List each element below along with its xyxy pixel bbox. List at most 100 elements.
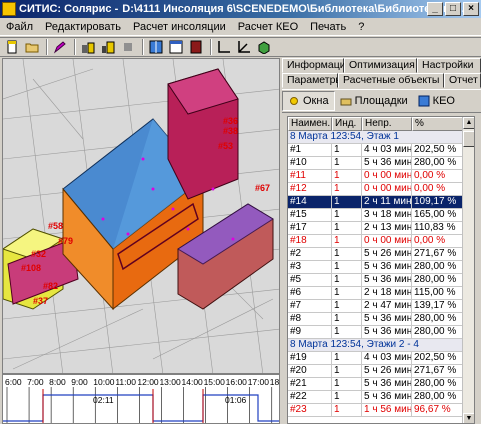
axis-2d-icon[interactable] [215, 39, 233, 55]
3d-scene-view[interactable]: #36 #53 #38 #58 #67 #79 #108 #82 #32 #37 [2, 58, 280, 374]
table-row[interactable]: #11 1 0 ч 00 мин 0,00 % [288, 170, 474, 183]
book-icon[interactable] [187, 39, 205, 55]
cell-name: #6 [288, 287, 332, 299]
timeline-hour-label: 15:00 [204, 377, 226, 387]
menu-print[interactable]: Печать [304, 21, 352, 33]
table-row[interactable]: #10 1 5 ч 36 мин 280,00 % [288, 157, 474, 170]
table-row[interactable]: #18 1 0 ч 00 мин 0,00 % [288, 235, 474, 248]
menu-help[interactable]: ? [352, 21, 370, 33]
cell-index: 1 [332, 144, 362, 156]
table-row[interactable]: #7 1 2 ч 47 мин 139,17 % [288, 300, 474, 313]
cell-index: 1 [332, 196, 362, 208]
timeline-hour-label: 13:00 [159, 377, 181, 387]
cell-index: 1 [332, 404, 362, 416]
table-row[interactable]: #2 1 5 ч 26 мин 271,67 % [288, 248, 474, 261]
col-header-duration[interactable]: Непр. [362, 117, 412, 131]
cell-percent: 0,00 % [412, 183, 464, 195]
grid-scrollbar[interactable]: ▲ ▼ [462, 117, 474, 423]
cube-icon[interactable] [255, 39, 273, 55]
view-grid-icon[interactable] [147, 39, 165, 55]
cell-index: 1 [332, 287, 362, 299]
open-folder-icon[interactable] [23, 39, 41, 55]
cell-name: #9 [288, 326, 332, 338]
cell-percent: 96,67 % [412, 404, 464, 416]
timeline-hour-label: 17:00 [248, 377, 270, 387]
table-row[interactable]: #3 1 5 ч 36 мин 280,00 % [288, 261, 474, 274]
grid-group-header[interactable]: 8 Марта 123:54, Этажи 2 - 4 [288, 339, 474, 352]
table-row[interactable]: #1 1 4 ч 03 мин 202,50 % [288, 144, 474, 157]
table-row[interactable]: #15 1 3 ч 18 мин 165,00 % [288, 209, 474, 222]
tab-report[interactable]: Отчет [444, 73, 481, 88]
cell-name: #22 [288, 391, 332, 403]
cell-duration: 0 ч 00 мин [364, 235, 412, 247]
cell-duration: 2 ч 18 мин [364, 287, 412, 299]
pen-icon[interactable] [51, 39, 69, 55]
cell-percent: 271,67 % [412, 248, 464, 260]
subtab-areas[interactable]: Площадки [335, 91, 413, 111]
close-button[interactable]: × [463, 2, 479, 16]
table-row[interactable]: #9 1 5 ч 36 мин 280,00 % [288, 326, 474, 339]
app-title: СИТИС: Солярис - [19, 3, 119, 15]
tab-settings[interactable]: Настройки [417, 58, 481, 73]
table-row[interactable]: #21 1 5 ч 36 мин 280,00 % [288, 378, 474, 391]
minimize-button[interactable]: _ [427, 2, 443, 16]
cell-duration: 4 ч 03 мин [364, 144, 412, 156]
subtab-keo[interactable]: КЕО [413, 91, 460, 111]
cell-name: #7 [288, 300, 332, 312]
toolbar-separator [210, 39, 212, 55]
cell-index: 1 [332, 391, 362, 403]
scroll-up-button[interactable]: ▲ [463, 117, 474, 129]
col-header-percent[interactable]: % [412, 117, 464, 131]
table-row[interactable]: #23 1 1 ч 56 мин 96,67 % [288, 404, 474, 417]
cell-index: 1 [332, 274, 362, 286]
menu-insolation-calc[interactable]: Расчет инсоляции [127, 21, 232, 33]
axis-3d-icon[interactable] [235, 39, 253, 55]
menu-file[interactable]: Файл [0, 21, 39, 33]
tab-optimization[interactable]: Оптимизация [344, 58, 417, 73]
grid-group-header[interactable]: 8 Марта 123:54, Этаж 1 [288, 131, 474, 144]
scroll-thumb[interactable] [463, 131, 474, 147]
area-icon [340, 98, 352, 106]
cell-duration: 5 ч 36 мин [364, 261, 412, 273]
col-header-name[interactable]: Наимен. [288, 117, 332, 131]
cell-duration: 2 ч 13 мин [364, 222, 412, 234]
cell-percent: 280,00 % [412, 378, 464, 390]
view-table-icon[interactable] [167, 39, 185, 55]
subtab-windows-label: Окна [303, 95, 329, 107]
tab-row-1: Информация Оптимизация Настройки [282, 58, 481, 73]
report-grid: Наимен. Инд. Непр. % 8 Марта 123:54, Эта… [287, 116, 475, 424]
keo-icon [418, 95, 430, 107]
cell-duration: 5 ч 26 мин [364, 365, 412, 377]
subtab-windows[interactable]: Окна [282, 91, 335, 111]
cell-percent: 280,00 % [412, 157, 464, 169]
table-row[interactable]: #20 1 5 ч 26 мин 271,67 % [288, 365, 474, 378]
menu-edit[interactable]: Редактировать [39, 21, 127, 33]
menu-keo-calc[interactable]: Расчет КЕО [232, 21, 304, 33]
calc-group-icon[interactable] [79, 39, 97, 55]
cell-name: #21 [288, 378, 332, 390]
calc-all-icon[interactable] [99, 39, 117, 55]
table-row[interactable]: #22 1 5 ч 36 мин 280,00 % [288, 391, 474, 404]
table-row[interactable]: #5 1 5 ч 36 мин 280,00 % [288, 274, 474, 287]
col-header-index[interactable]: Инд. [332, 117, 362, 131]
timeline-hour-label: 6:00 [5, 377, 22, 387]
tab-information[interactable]: Информация [282, 58, 351, 73]
table-row[interactable]: #12 1 0 ч 00 мин 0,00 % [288, 183, 474, 196]
table-row[interactable]: #17 1 2 ч 13 мин 110,83 % [288, 222, 474, 235]
cell-duration: 2 ч 11 мин [362, 196, 412, 208]
tab-parameters[interactable]: Параметры [282, 73, 343, 88]
maximize-button[interactable]: □ [445, 2, 461, 16]
table-row[interactable]: #19 1 4 ч 03 мин 202,50 % [288, 352, 474, 365]
stop-icon[interactable] [119, 39, 137, 55]
table-row[interactable]: #8 1 5 ч 36 мин 280,00 % [288, 313, 474, 326]
table-row[interactable]: #14 1 2 ч 11 мин 109,17 % [288, 196, 474, 209]
scroll-down-button[interactable]: ▼ [463, 413, 474, 423]
cell-percent: 139,17 % [412, 300, 464, 312]
new-file-icon[interactable] [3, 39, 21, 55]
table-row[interactable]: #6 1 2 ч 18 мин 115,00 % [288, 287, 474, 300]
cell-name: #14 [288, 196, 332, 208]
cell-duration: 5 ч 36 мин [364, 313, 412, 325]
scene-label: #37 [33, 296, 48, 306]
tab-calc-objects[interactable]: Расчетные объекты [338, 73, 444, 88]
cell-name: #8 [288, 313, 332, 325]
